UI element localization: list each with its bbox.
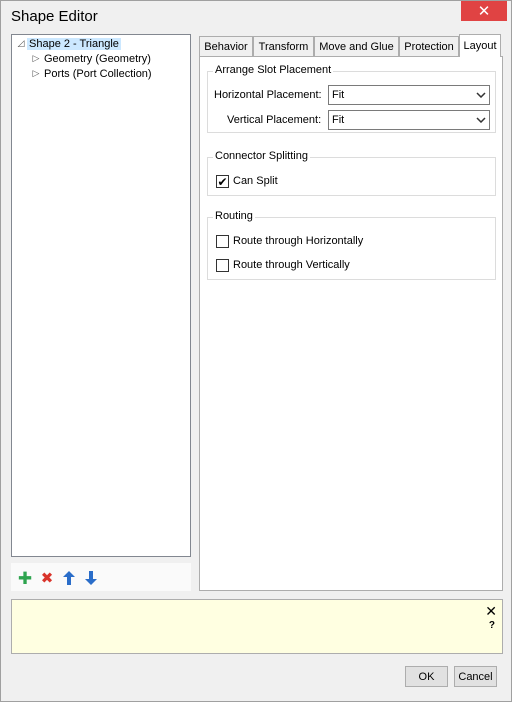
routing-group: Routing Route through Horizontally Route… (207, 210, 496, 280)
tab-label: Layout (463, 40, 497, 52)
connector-splitting-group: Connector Splitting ✔ Can Split (207, 150, 496, 196)
tree-item-shape[interactable]: ◿ Shape 2 - Triangle (15, 36, 121, 51)
tree-item-ports[interactable]: ▷ Ports (Port Collection) (30, 66, 154, 81)
dropdown-value: Fit (332, 89, 345, 101)
tree-item-label: Geometry (Geometry) (44, 52, 151, 65)
tab-label: Transform (258, 40, 309, 53)
tab-behavior[interactable]: Behavior (199, 36, 253, 56)
delete-icon: ✖ (40, 569, 54, 587)
help-panel: ✕ ? (11, 599, 503, 654)
close-icon: ✕ (477, 2, 491, 20)
chevron-down-icon (476, 114, 486, 126)
shape-editor-window: Shape Editor ✕ ◿ Shape 2 - Triangle ▷ Ge… (0, 0, 512, 702)
group-legend: Routing (213, 210, 255, 222)
route-horizontally-label[interactable]: Route through Horizontally (233, 235, 363, 247)
route-vertically-label[interactable]: Route through Vertically (233, 259, 350, 271)
title-bar: Shape Editor ✕ (1, 1, 511, 31)
checkmark-icon: ✔ (217, 174, 228, 189)
arrow-up-icon (63, 571, 75, 585)
expand-icon[interactable]: ▷ (30, 68, 42, 79)
layout-tab-panel: Arrange Slot Placement Horizontal Placem… (199, 56, 503, 591)
cancel-button-label: Cancel (458, 670, 493, 683)
route-horizontally-checkbox[interactable] (216, 235, 229, 248)
close-button[interactable]: ✕ (461, 1, 507, 21)
group-legend: Connector Splitting (213, 150, 310, 162)
ok-button[interactable]: OK (405, 666, 448, 687)
chevron-down-icon (476, 89, 486, 101)
vertical-placement-dropdown[interactable]: Fit (328, 110, 490, 130)
tab-protection[interactable]: Protection (399, 36, 459, 56)
route-vertically-checkbox[interactable] (216, 259, 229, 272)
plus-icon: ✚ (17, 568, 33, 588)
tree-item-label: Ports (Port Collection) (44, 67, 152, 80)
ok-button-label: OK (418, 670, 435, 683)
group-legend: Arrange Slot Placement (213, 64, 334, 76)
horizontal-placement-dropdown[interactable]: Fit (328, 85, 490, 105)
tab-move-and-glue[interactable]: Move and Glue (314, 36, 399, 56)
expand-icon[interactable]: ▷ (30, 53, 42, 64)
move-up-button[interactable] (60, 569, 78, 587)
delete-button[interactable]: ✖ (38, 569, 56, 587)
tree-toolbar: ✚ ✖ (11, 563, 191, 591)
collapse-icon[interactable]: ◿ (15, 38, 27, 49)
vertical-placement-label: Vertical Placement: (227, 114, 322, 126)
tab-transform[interactable]: Transform (253, 36, 314, 56)
cancel-button[interactable]: Cancel (454, 666, 497, 687)
horizontal-placement-label: Horizontal Placement: (214, 89, 322, 101)
move-down-button[interactable] (82, 569, 100, 587)
help-icon[interactable]: ? (489, 620, 495, 631)
can-split-checkbox[interactable]: ✔ (216, 175, 229, 188)
can-split-label[interactable]: Can Split (233, 175, 278, 187)
tab-label: Move and Glue (319, 40, 394, 53)
arrow-down-icon (85, 571, 97, 585)
tree-item-geometry[interactable]: ▷ Geometry (Geometry) (30, 51, 153, 66)
add-button[interactable]: ✚ (16, 569, 34, 587)
window-title: Shape Editor (11, 8, 98, 25)
shape-tree[interactable]: ◿ Shape 2 - Triangle ▷ Geometry (Geometr… (11, 34, 191, 557)
arrange-slot-placement-group: Arrange Slot Placement Horizontal Placem… (207, 64, 496, 133)
tree-item-label: Shape 2 - Triangle (27, 37, 121, 50)
tab-label: Protection (404, 40, 454, 53)
tab-label: Behavior (204, 40, 248, 53)
tab-layout[interactable]: Layout (459, 34, 501, 57)
dropdown-value: Fit (332, 114, 345, 126)
close-help-icon[interactable]: ✕ (485, 604, 497, 618)
